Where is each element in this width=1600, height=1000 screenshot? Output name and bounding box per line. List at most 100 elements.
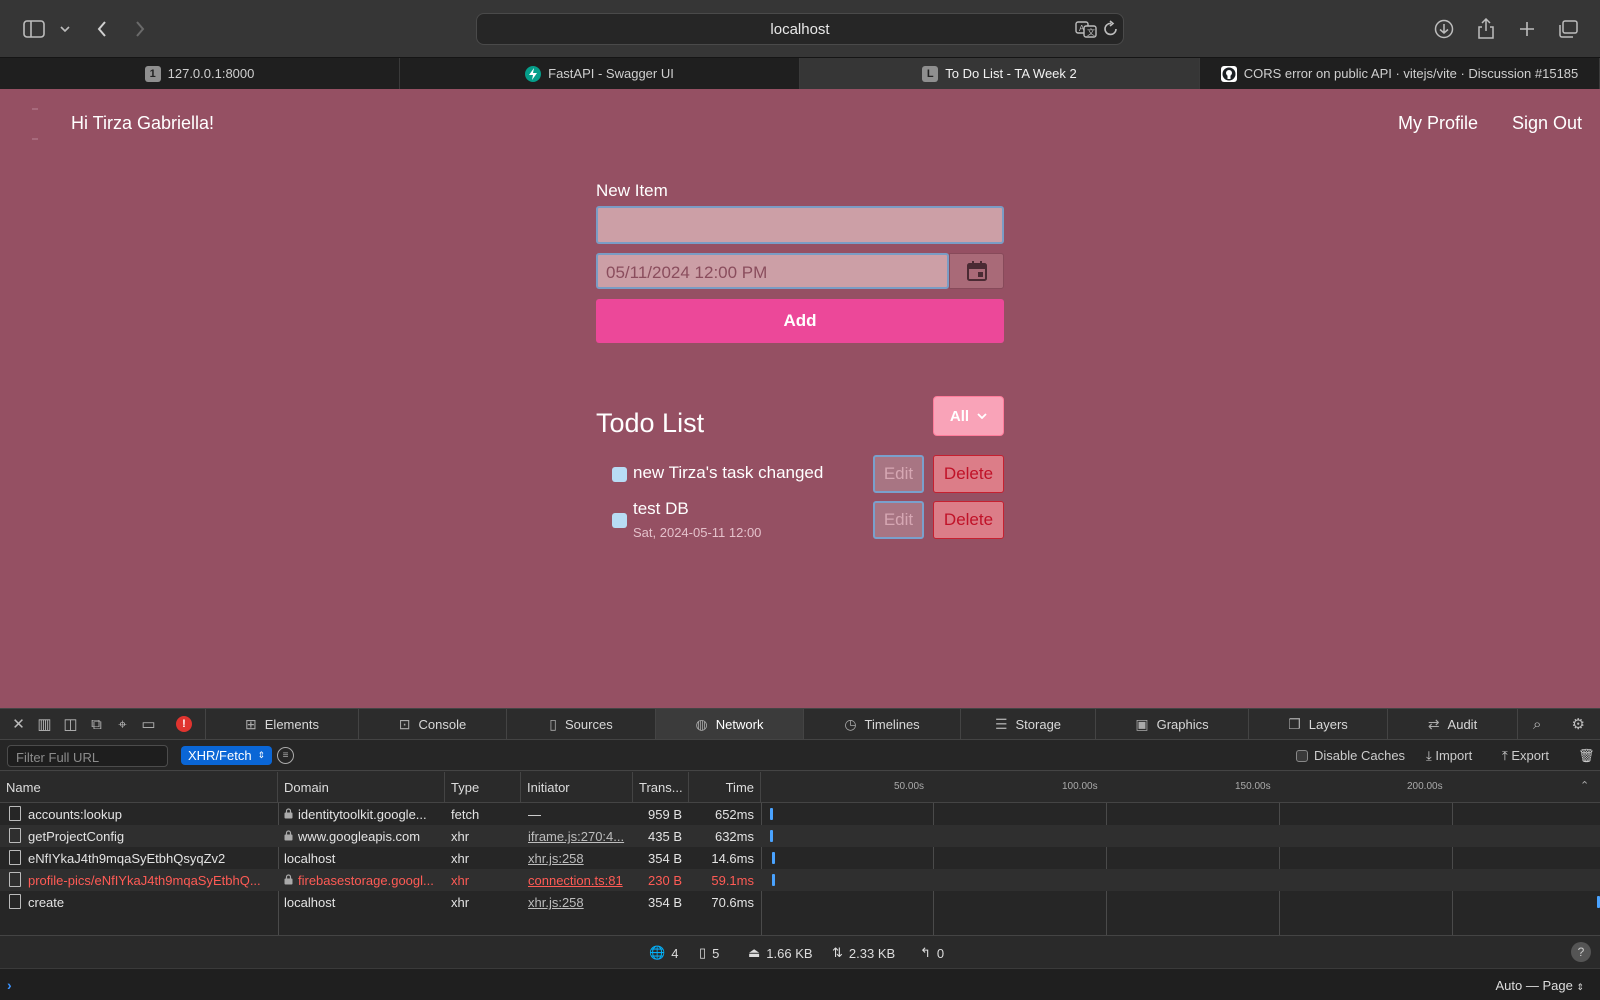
tab-graphics[interactable]: ▣ Graphics — [1096, 709, 1249, 739]
tab-elements[interactable]: ⊞ Elements — [206, 709, 359, 739]
request-domain: firebasestorage.googl... — [298, 873, 434, 888]
gear-icon[interactable]: ⚙ — [1572, 715, 1585, 733]
request-type: fetch — [451, 807, 480, 822]
elements-icon: ⊞ — [245, 715, 257, 732]
import-button[interactable]: ⤓ Import — [1426, 748, 1472, 764]
calendar-button[interactable] — [949, 253, 1004, 289]
greeting-text: Hi Tirza Gabriella! — [71, 113, 215, 133]
timeline-tick: 150.00s — [1235, 781, 1271, 792]
filter-value: All — [949, 407, 970, 425]
error-icon[interactable]: ! — [176, 716, 192, 732]
tab-storage[interactable]: ☰ Storage — [961, 709, 1096, 739]
filter-options-icon[interactable]: ≡ — [277, 747, 294, 764]
translate-icon[interactable]: A文 — [1075, 20, 1097, 43]
add-button[interactable]: Add — [596, 299, 1004, 343]
network-row[interactable]: getProjectConfig www.googleapis.com xhr ifr… — [0, 825, 1600, 847]
new-tab-icon[interactable] — [1516, 14, 1538, 44]
browser-tab[interactable]: CORS error on public API · vitejs/vite ·… — [1200, 58, 1600, 89]
request-name: accounts:lookup — [28, 807, 122, 822]
detach-icon[interactable]: ⧉ — [88, 716, 105, 733]
execution-context-select[interactable]: Auto — Page ⇕ — [1496, 978, 1585, 993]
download-icon[interactable] — [1433, 14, 1455, 44]
sign-out-link[interactable]: Sign Out — [1512, 113, 1582, 134]
url-text: localhost — [770, 21, 830, 38]
column-name[interactable]: Name — [0, 772, 278, 802]
import-icon: ⤓ — [1426, 748, 1436, 763]
request-time: 632ms — [714, 829, 754, 844]
network-row[interactable]: create localhost xhr xhr.js:258 354 B 70.6ms — [0, 891, 1600, 913]
devtools-dock-controls: ✕ ▥ ◫ ⧉ ⌖ ▭ ! — [0, 709, 206, 739]
forward-icon[interactable] — [132, 14, 148, 44]
new-item-input[interactable] — [596, 206, 1004, 244]
disable-caches-toggle[interactable]: Disable Caches — [1296, 748, 1405, 763]
reload-icon[interactable] — [1103, 20, 1119, 43]
request-type: xhr — [451, 895, 470, 910]
due-date-input[interactable]: 05/11/2024 12:00 PM — [596, 253, 949, 289]
column-initiator[interactable]: Initiator — [521, 772, 633, 802]
browser-tab[interactable]: FastAPI - Swagger UI — [400, 58, 800, 89]
request-name: profile-pics/eNfIYkaJ4th9mqaSyEtbhQ... — [28, 873, 261, 888]
request-domain: localhost — [284, 851, 336, 866]
collapse-icon[interactable]: ⌃ — [1580, 779, 1589, 792]
resource-type-select[interactable]: XHR/Fetch ⇕ — [181, 746, 273, 765]
my-profile-link[interactable]: My Profile — [1398, 113, 1478, 134]
request-initiator: — — [528, 807, 541, 822]
devtools-tab-bar: ✕ ▥ ◫ ⧉ ⌖ ▭ ! ⊞ Elements ⊡ Console ▯ Source… — [0, 708, 1600, 740]
column-domain[interactable]: Domain — [278, 772, 445, 802]
avatar[interactable] — [20, 107, 54, 141]
disable-caches-checkbox[interactable] — [1296, 749, 1308, 762]
tab-layers[interactable]: ❐ Layers — [1249, 709, 1388, 739]
browser-tab-active[interactable]: L To Do List - TA Week 2 — [800, 58, 1200, 89]
filter-url-input[interactable]: Filter Full URL — [7, 745, 168, 767]
network-row[interactable]: accounts:lookup identitytoolkit.google...… — [0, 803, 1600, 825]
todo-checkbox[interactable] — [612, 513, 627, 528]
edit-button[interactable]: Edit — [873, 501, 924, 539]
search-icon[interactable]: ⌕ — [1533, 716, 1541, 733]
browser-tab[interactable]: 1 127.0.0.1:8000 — [0, 58, 400, 89]
redirect-icon: ↰ — [920, 945, 931, 960]
export-button[interactable]: ⤒ Export — [1502, 748, 1549, 764]
trash-icon[interactable]: 🗑 — [1578, 748, 1595, 764]
tab-timelines[interactable]: ◷ Timelines — [804, 709, 961, 739]
dock-bottom-icon[interactable]: ▥ — [36, 715, 53, 733]
back-icon[interactable] — [94, 14, 110, 44]
sidebar-toggle-icon[interactable] — [22, 14, 46, 44]
request-initiator[interactable]: xhr.js:258 — [528, 851, 628, 866]
todo-checkbox[interactable] — [612, 467, 627, 482]
column-transferred[interactable]: Trans... — [633, 772, 689, 802]
dock-side-icon[interactable]: ◫ — [62, 715, 79, 733]
request-type: xhr — [451, 873, 470, 888]
tab-overview-icon[interactable] — [1557, 14, 1579, 44]
filter-dropdown[interactable]: All — [933, 396, 1004, 436]
edit-button[interactable]: Edit — [873, 455, 924, 493]
tab-console[interactable]: ⊡ Console — [359, 709, 507, 739]
delete-button[interactable]: Delete — [933, 501, 1004, 539]
request-initiator[interactable]: connection.ts:81 — [528, 873, 628, 888]
timeline-tick: 100.00s — [1062, 781, 1098, 792]
request-initiator[interactable]: xhr.js:258 — [528, 895, 628, 910]
network-row[interactable]: eNfIYkaJ4th9mqaSyEtbhQsyqZv2 localhost xhr… — [0, 847, 1600, 869]
column-type[interactable]: Type — [445, 772, 521, 802]
request-transferred: 354 B — [648, 851, 682, 866]
request-initiator[interactable]: iframe.js:270:4... — [528, 829, 628, 844]
prompt-chevron-icon: › — [7, 977, 12, 993]
console-icon: ⊡ — [398, 715, 411, 732]
tab-bar: 1 127.0.0.1:8000 FastAPI - Swagger UI L … — [0, 57, 1600, 89]
tab-sources[interactable]: ▯ Sources — [507, 709, 656, 739]
address-bar[interactable]: localhost A文 — [476, 13, 1124, 45]
close-icon[interactable]: ✕ — [10, 715, 27, 733]
request-transferred: 435 B — [648, 829, 682, 844]
network-row[interactable]: profile-pics/eNfIYkaJ4th9mqaSyEtbhQ... fi… — [0, 869, 1600, 891]
share-icon[interactable] — [1475, 14, 1497, 44]
console-prompt-bar[interactable]: › Auto — Page ⇕ — [0, 968, 1600, 1000]
column-time[interactable]: Time — [689, 772, 761, 802]
delete-button[interactable]: Delete — [933, 455, 1004, 493]
graphics-icon: ▣ — [1135, 715, 1149, 732]
resources-count: ▯ 5 — [699, 945, 720, 961]
tab-network[interactable]: ◍ Network — [656, 709, 804, 739]
device-icon[interactable]: ▭ — [140, 715, 157, 733]
help-icon[interactable]: ? — [1571, 942, 1591, 962]
inspect-icon[interactable]: ⌖ — [114, 716, 131, 733]
tab-audit[interactable]: ⇄ Audit — [1388, 709, 1518, 739]
chevron-down-icon[interactable] — [58, 14, 72, 44]
